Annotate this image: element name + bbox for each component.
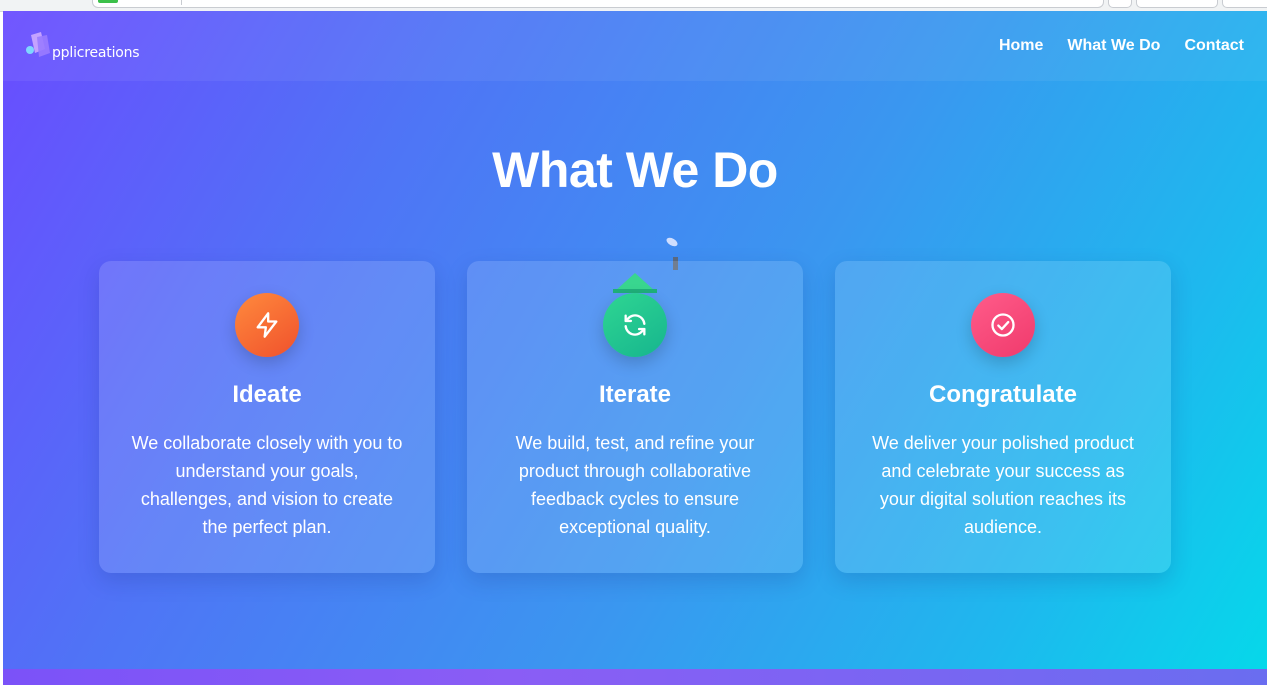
services-cards: Ideate We collaborate closely with you t…: [99, 261, 1171, 573]
nav-link-home[interactable]: Home: [999, 37, 1043, 55]
lightning-icon: [256, 312, 278, 338]
browser-toolbar-button[interactable]: [1136, 0, 1218, 8]
section-title: What We Do: [492, 142, 778, 198]
service-card-ideate: Ideate We collaborate closely with you t…: [99, 261, 435, 573]
logo-mark-icon: [26, 32, 50, 57]
web-page: pplicreations Home What We Do Contact Wh…: [3, 11, 1267, 685]
roof-decoration: [613, 273, 657, 293]
service-card-iterate: Iterate We build, test, and refine your …: [467, 261, 803, 573]
floating-pill-decoration: [666, 237, 678, 247]
card-icon-badge: [971, 293, 1035, 357]
address-bar-divider: [181, 0, 182, 5]
nav-link-contact[interactable]: Contact: [1184, 37, 1244, 55]
address-bar[interactable]: [92, 0, 1104, 8]
card-title: Congratulate: [928, 381, 1077, 408]
site-security-indicator[interactable]: [98, 0, 118, 3]
card-description: We build, test, and refine your product …: [515, 433, 755, 537]
card-title: Iterate: [598, 381, 672, 408]
service-card-congratulate: Congratulate We deliver your polished pr…: [835, 261, 1171, 573]
card-description: We deliver your polished product and cel…: [872, 433, 1134, 537]
card-icon-badge: [603, 293, 667, 357]
next-section-edge: [3, 669, 1267, 685]
card-description: We collaborate closely with you to under…: [131, 433, 403, 537]
nav-link-what-we-do[interactable]: What We Do: [1067, 37, 1160, 55]
card-title: Ideate: [232, 381, 302, 408]
main-nav: Home What We Do Contact: [999, 37, 1244, 55]
refresh-icon: [624, 314, 646, 336]
browser-toolbar-button[interactable]: [1108, 0, 1132, 8]
card-icon-badge: [235, 293, 299, 357]
logo-text: pplicreations: [52, 45, 140, 61]
browser-toolbar-button[interactable]: [1222, 0, 1267, 8]
check-circle-icon: [991, 313, 1015, 337]
site-header: pplicreations Home What We Do Contact: [3, 11, 1267, 81]
